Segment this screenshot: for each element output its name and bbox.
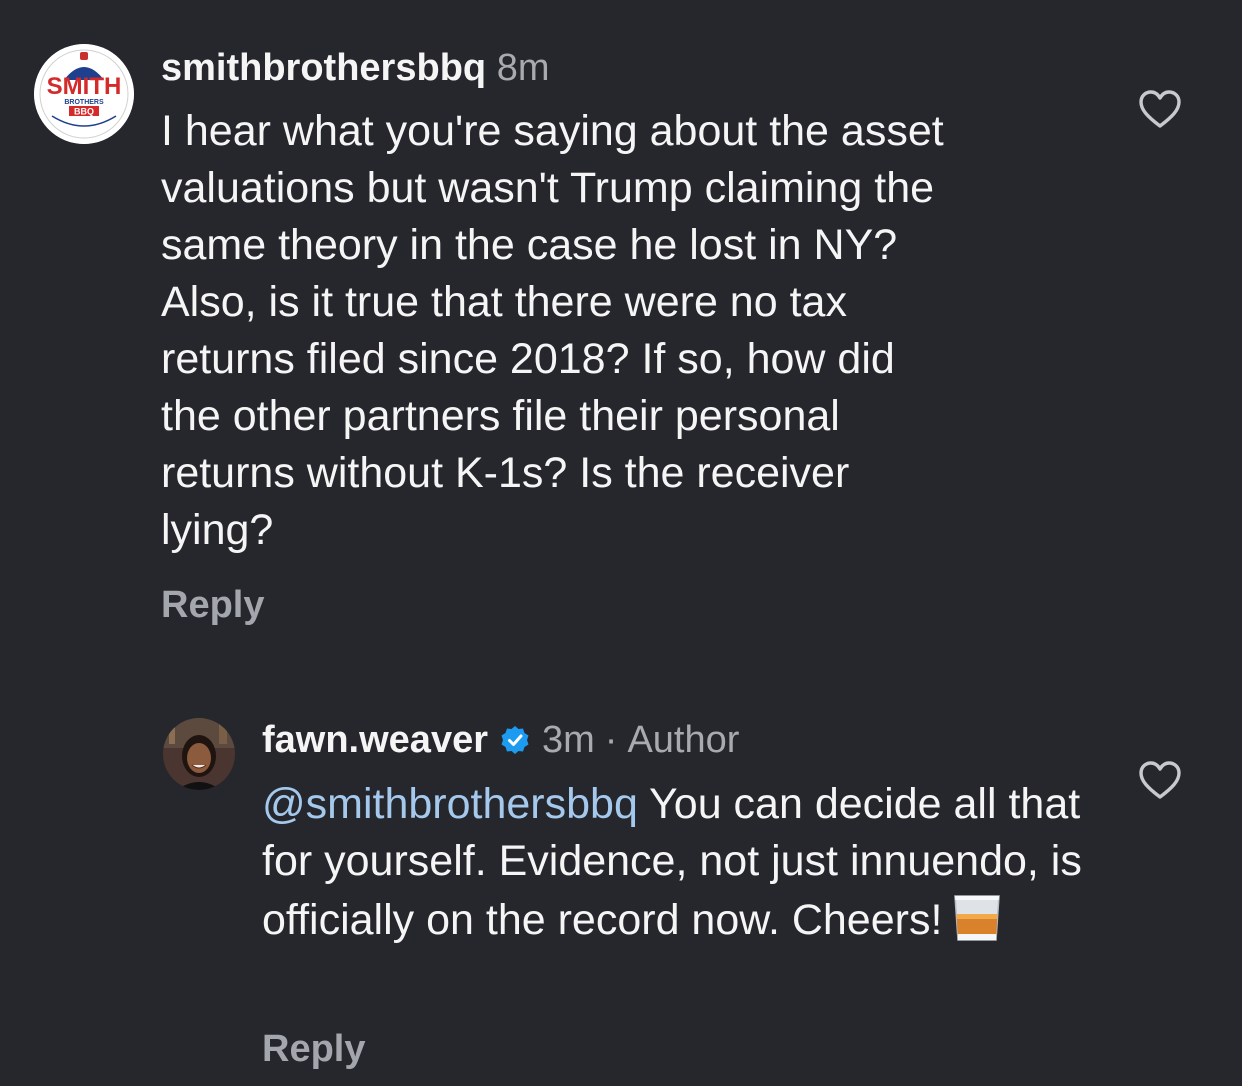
smith-brothers-bbq-logo: SMITH BROTHERS BBQ xyxy=(34,44,134,144)
reply-button[interactable]: Reply xyxy=(262,1028,365,1071)
avatar-fawn-weaver[interactable] xyxy=(163,718,235,790)
comment-header: fawn.weaver 3m · Author xyxy=(262,718,739,762)
username[interactable]: fawn.weaver xyxy=(262,718,488,762)
reply-button[interactable]: Reply xyxy=(161,584,264,627)
comment-text: @smithbrothersbbq You can decide all tha… xyxy=(262,776,1082,949)
verified-badge-icon xyxy=(500,725,530,755)
timestamp: 3m xyxy=(542,719,595,761)
mention-link[interactable]: @smithbrothersbbq xyxy=(262,780,638,828)
timestamp: 8m xyxy=(496,47,550,89)
logo-subtext: BROTHERS xyxy=(64,99,104,106)
logo-bbq: BBQ xyxy=(74,107,94,117)
author-label: Author xyxy=(627,719,740,761)
tumbler-glass-emoji xyxy=(950,890,1004,944)
comment-text: I hear what you're saying about the asse… xyxy=(161,107,944,554)
username[interactable]: smithbrothersbbq xyxy=(161,47,486,89)
comments-thread: SMITH BROTHERS BBQ smithbrothersbbq 8m I… xyxy=(0,0,1242,1086)
heart-icon[interactable] xyxy=(1138,760,1182,800)
heart-icon[interactable] xyxy=(1138,89,1182,129)
separator: · xyxy=(604,719,618,761)
logo-text: SMITH xyxy=(47,73,122,100)
avatar-smithbrothersbbq[interactable]: SMITH BROTHERS BBQ xyxy=(34,44,134,144)
comment-header: smithbrothersbbq 8m xyxy=(161,46,549,90)
